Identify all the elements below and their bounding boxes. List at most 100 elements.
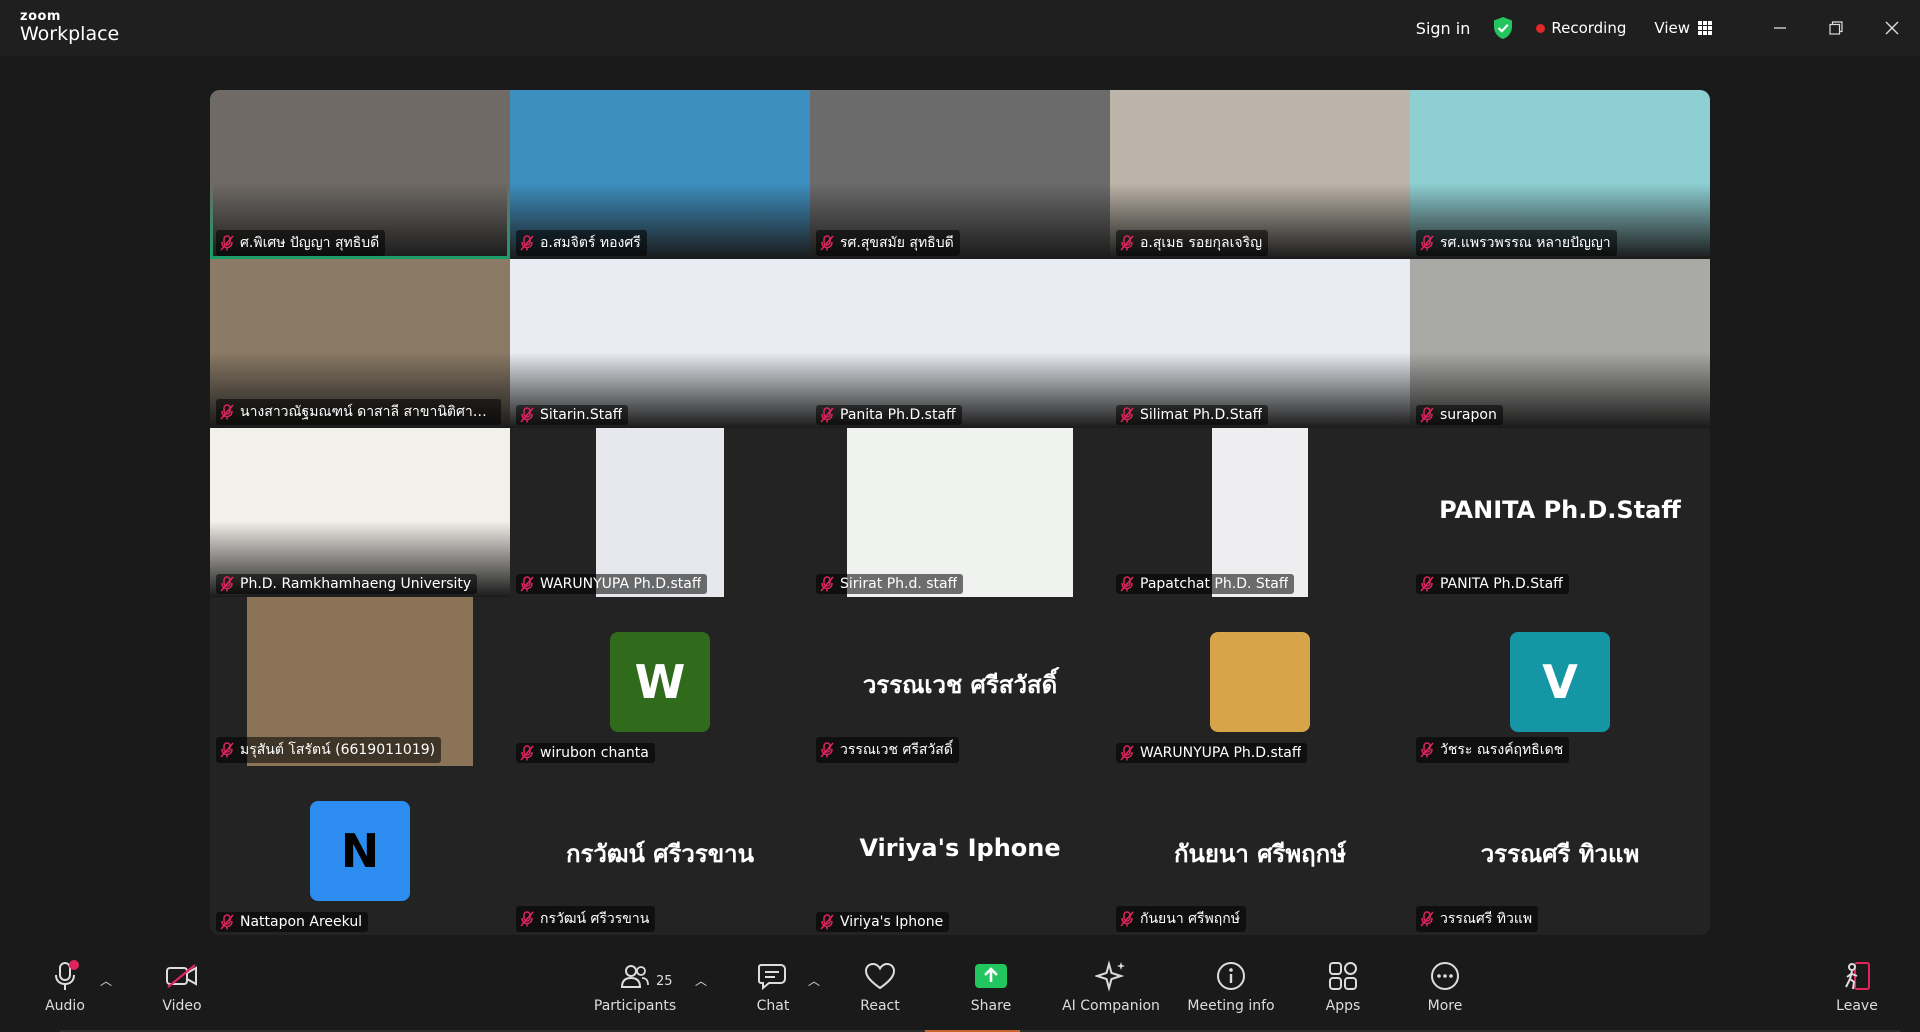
participant-tile[interactable]: อ.สมจิตร์ ทองศรี <box>510 90 810 259</box>
participant-tile[interactable]: WARUNYUPA Ph.D.staff <box>1110 597 1410 766</box>
participant-tile[interactable]: WARUNYUPA Ph.D.staff <box>510 428 810 597</box>
meeting-toolbar: Audio ︿ Video Participants 25 ︿ Chat ︿ R… <box>0 950 1920 1032</box>
microphone-muted-icon <box>1420 576 1434 592</box>
participant-name-label: Sirirat Ph.d. staff <box>816 574 964 594</box>
participant-tile[interactable]: Sitarin.Staff <box>510 259 810 428</box>
participant-display-name: กันยนา ศรีพฤกษ์ <box>1173 840 1347 868</box>
chat-options-chevron-icon[interactable]: ︿ <box>808 972 820 989</box>
microphone-muted-icon <box>820 407 834 423</box>
microphone-muted-icon <box>220 742 234 758</box>
microphone-muted-icon <box>1120 235 1134 251</box>
participant-name-label: วัชระ ณรงค์ฤทธิเดช <box>1416 737 1570 763</box>
minimize-icon <box>1774 27 1786 29</box>
security-shield-icon[interactable] <box>1492 16 1514 40</box>
participant-tile[interactable]: Sirirat Ph.d. staff <box>810 428 1110 597</box>
participant-tile[interactable]: กันยนา ศรีพฤกษ์ กันยนา ศรีพฤกษ์ <box>1110 766 1410 935</box>
participant-display-name: วรรณเวช ศรีสวัสดิ์ <box>862 671 1058 699</box>
apps-icon <box>1329 962 1357 990</box>
participant-name-label: นางสาวณัฐมณฑน์ ดาสาลี สาขานิติศาสตร์ <box>216 399 501 425</box>
participant-tile[interactable]: อ.สุเมธ รอยกุลเจริญ <box>1110 90 1410 259</box>
participant-name-label: กันยนา ศรีพฤกษ์ <box>1116 906 1246 932</box>
microphone-muted-icon <box>1120 911 1134 927</box>
avatar-letter: V <box>1542 655 1578 709</box>
info-icon <box>1217 962 1245 990</box>
participant-name-label: wirubon chanta <box>516 743 655 763</box>
participant-tile[interactable]: นางสาวณัฐมณฑน์ ดาสาลี สาขานิติศาสตร์ <box>210 259 510 428</box>
participant-display-name: วรรณศรี ทิวแพ <box>1480 840 1640 868</box>
video-button[interactable]: Video <box>137 958 227 1014</box>
participant-name: WARUNYUPA Ph.D.staff <box>540 576 702 592</box>
brand-top: zoom <box>20 9 61 24</box>
microphone-muted-icon <box>1120 576 1134 592</box>
audio-button[interactable]: Audio <box>20 958 110 1014</box>
share-screen-icon <box>975 964 1007 988</box>
recording-indicator[interactable]: Recording <box>1536 19 1626 37</box>
more-button[interactable]: More <box>1400 958 1490 1014</box>
audio-options-chevron-icon[interactable]: ︿ <box>100 972 112 989</box>
participant-avatar-photo <box>1210 632 1310 732</box>
participant-name-label: WARUNYUPA Ph.D.staff <box>516 574 708 594</box>
apps-button[interactable]: Apps <box>1298 958 1388 1014</box>
ai-companion-button[interactable]: AI Companion <box>1062 958 1160 1014</box>
leave-icon <box>1845 962 1870 990</box>
leave-label: Leave <box>1836 998 1878 1014</box>
sign-in-link[interactable]: Sign in <box>1416 19 1471 38</box>
participant-name: Papatchat Ph.D. Staff <box>1140 576 1289 592</box>
participant-tile[interactable]: รศ.สุขสมัย สุทธิบดี <box>810 90 1110 259</box>
participants-icon <box>620 965 649 988</box>
microphone-muted-icon <box>1120 745 1134 761</box>
close-button[interactable] <box>1864 0 1920 56</box>
participant-name-label: รศ.แพรวพรรณ หลายปัญญา <box>1416 230 1617 256</box>
participant-name: Panita Ph.D.staff <box>840 407 956 423</box>
view-button[interactable]: View <box>1654 19 1712 37</box>
participant-video <box>1410 259 1710 428</box>
microphone-muted-icon <box>220 576 234 592</box>
zoom-logo: zoom Workplace <box>20 10 119 44</box>
participant-gallery: ศ.พิเศษ ปัญญา สุทธิบดี อ.สมจิตร์ ทองศรี รศ… <box>210 90 1710 935</box>
participant-tile[interactable]: กรวัฒน์ ศรีวรขาน กรวัฒน์ ศรีวรขาน <box>510 766 810 935</box>
participant-name-label: WARUNYUPA Ph.D.staff <box>1116 743 1308 763</box>
minimize-button[interactable] <box>1752 0 1808 56</box>
more-label: More <box>1427 998 1463 1014</box>
participant-name: ศ.พิเศษ ปัญญา สุทธิบดี <box>240 235 380 251</box>
audio-label: Audio <box>45 998 85 1014</box>
participants-count: 25 <box>656 974 673 989</box>
participant-name: กรวัฒน์ ศรีวรขาน <box>540 911 650 927</box>
participant-tile[interactable]: วรรณศรี ทิวแพ วรรณศรี ทิวแพ <box>1410 766 1710 935</box>
participants-options-chevron-icon[interactable]: ︿ <box>695 972 707 989</box>
participant-tile[interactable]: Papatchat Ph.D. Staff <box>1110 428 1410 597</box>
meeting-info-button[interactable]: Meeting info <box>1186 958 1276 1014</box>
participant-video <box>596 428 724 597</box>
participant-name-label: surapon <box>1416 405 1503 425</box>
participant-tile[interactable]: N Nattapon Areekul <box>210 766 510 935</box>
meeting-info-label: Meeting info <box>1187 998 1275 1014</box>
share-button[interactable]: Share <box>946 958 1036 1014</box>
participant-name-label: Panita Ph.D.staff <box>816 405 962 425</box>
react-button[interactable]: React <box>835 958 925 1014</box>
microphone-muted-icon <box>1120 407 1134 423</box>
participant-display-name: Viriya's Iphone <box>859 834 1061 862</box>
leave-button[interactable]: Leave <box>1812 958 1902 1014</box>
participant-tile[interactable]: Ph.D. Ramkhamhaeng University <box>210 428 510 597</box>
participant-tile[interactable]: Wwirubon chanta <box>510 597 810 766</box>
recording-dot-icon <box>1536 23 1546 33</box>
participant-tile[interactable]: Panita Ph.D.staff <box>810 259 1110 428</box>
avatar-letter: W <box>634 655 686 709</box>
chat-button[interactable]: Chat <box>728 958 818 1014</box>
participant-name-label: อ.สมจิตร์ ทองศรี <box>516 230 647 256</box>
participant-name: wirubon chanta <box>540 745 649 761</box>
restore-button[interactable] <box>1808 0 1864 56</box>
participant-tile[interactable]: surapon <box>1410 259 1710 428</box>
participant-tile[interactable]: Viriya's Iphone Viriya's Iphone <box>810 766 1110 935</box>
participant-name: Sirirat Ph.d. staff <box>840 576 958 592</box>
participant-tile[interactable]: Silimat Ph.D.Staff <box>1110 259 1410 428</box>
participant-tile[interactable]: วรรณเวช ศรีสวัสดิ์ วรรณเวช ศรีสวัสดิ์ <box>810 597 1110 766</box>
participant-tile[interactable]: ศ.พิเศษ ปัญญา สุทธิบดี <box>210 90 510 259</box>
participant-tile[interactable]: รศ.แพรวพรรณ หลายปัญญา <box>1410 90 1710 259</box>
microphone-muted-icon <box>520 576 534 592</box>
participant-tile[interactable]: PANITA Ph.D.Staff PANITA Ph.D.Staff <box>1410 428 1710 597</box>
participant-tile[interactable]: V วัชระ ณรงค์ฤทธิเดช <box>1410 597 1710 766</box>
participant-tile[interactable]: มรุสันต์ โสรัตน์ (6619011019) <box>210 597 510 766</box>
participant-name: Ph.D. Ramkhamhaeng University <box>240 576 472 592</box>
participant-video <box>847 428 1073 597</box>
